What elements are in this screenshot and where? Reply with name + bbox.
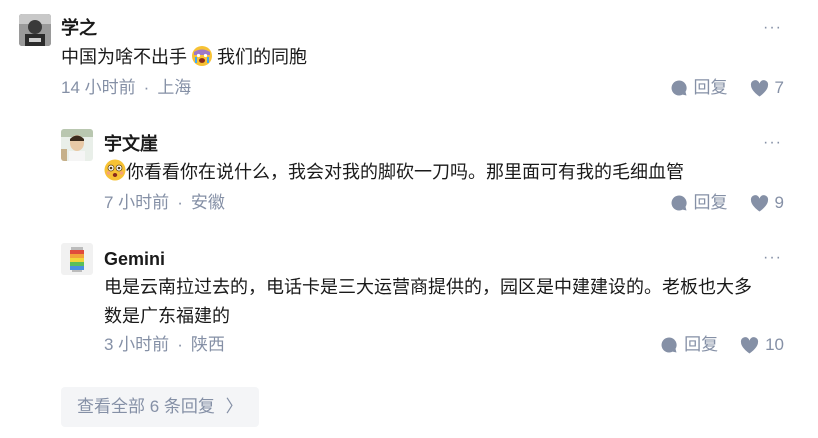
- author-name[interactable]: Gemini: [104, 248, 165, 270]
- reply-label: 回复: [693, 78, 728, 97]
- comment-bubble-icon: [661, 337, 677, 353]
- comment-content: 中国为啥不出手 我们的同胞: [61, 44, 307, 71]
- heart-icon: [750, 79, 768, 96]
- view-all-label: 查看全部 6 条回复: [77, 397, 215, 416]
- timestamp: 7 小时前: [104, 193, 170, 212]
- view-all-replies-button[interactable]: 查看全部 6 条回复 〉: [61, 387, 259, 427]
- chevron-right-icon: 〉: [225, 397, 243, 416]
- comment-text-line: 电是云南拉过去的，电话卡是三大运营商提供的，园区是中建建设的。老板也大多: [104, 277, 752, 297]
- avatar[interactable]: [19, 14, 51, 46]
- reply-button[interactable]: 回复: [670, 77, 728, 99]
- comment-actions: 回复 9: [670, 192, 784, 214]
- heart-icon: [740, 336, 759, 353]
- reply-button[interactable]: 回复: [670, 192, 728, 214]
- comment-bubble-icon: [671, 80, 687, 96]
- like-count: 7: [774, 78, 784, 97]
- more-options-button[interactable]: ···: [763, 20, 782, 36]
- comment-actions: 回复 10: [660, 334, 784, 356]
- like-count: 9: [774, 193, 784, 212]
- like-count: 10: [765, 335, 784, 354]
- reply-label: 回复: [684, 335, 719, 354]
- comment-text: 你看看你在说什么，我会对我的脚砍一刀吗。那里面可有我的毛细血管: [126, 162, 684, 182]
- like-button[interactable]: 10: [740, 334, 784, 356]
- comment-bubble-icon: [671, 195, 687, 211]
- avatar[interactable]: [61, 243, 93, 275]
- avatar[interactable]: [61, 129, 93, 161]
- comment-text-line: 数是广东福建的: [104, 306, 230, 326]
- more-options-button[interactable]: ···: [763, 135, 782, 151]
- like-button[interactable]: 9: [750, 192, 784, 214]
- reply-label: 回复: [693, 193, 728, 212]
- comment-text: 中国为啥不出手: [61, 47, 187, 67]
- location: 上海: [157, 78, 192, 97]
- author-name[interactable]: 宇文崖: [104, 133, 158, 155]
- location: 安徽: [190, 193, 225, 212]
- separator: ·: [143, 78, 150, 97]
- location: 陕西: [190, 335, 225, 354]
- like-button[interactable]: 7: [750, 77, 784, 99]
- comment-meta: 3 小时前 · 陕西: [104, 334, 225, 356]
- heart-icon: [750, 194, 768, 211]
- author-name[interactable]: 学之: [61, 17, 97, 39]
- more-options-button[interactable]: ···: [763, 250, 782, 266]
- reply-button[interactable]: 回复: [660, 334, 718, 356]
- comment-actions: 回复 7: [670, 77, 784, 99]
- comment-content: 电是云南拉过去的，电话卡是三大运营商提供的，园区是中建建设的。老板也大多 数是广…: [104, 274, 752, 330]
- comment-text: 我们的同胞: [217, 47, 308, 67]
- comment-meta: 14 小时前 · 上海: [61, 77, 191, 99]
- separator: ·: [177, 193, 183, 212]
- timestamp: 3 小时前: [104, 335, 170, 354]
- timestamp: 14 小时前: [61, 78, 136, 97]
- comment-meta: 7 小时前 · 安徽: [104, 192, 225, 214]
- crying-emoji-icon: [192, 46, 213, 66]
- comment-content: 你看看你在说什么，我会对我的脚砍一刀吗。那里面可有我的毛细血管: [104, 159, 684, 186]
- separator: ·: [177, 335, 183, 354]
- flushed-emoji-icon: [104, 159, 126, 181]
